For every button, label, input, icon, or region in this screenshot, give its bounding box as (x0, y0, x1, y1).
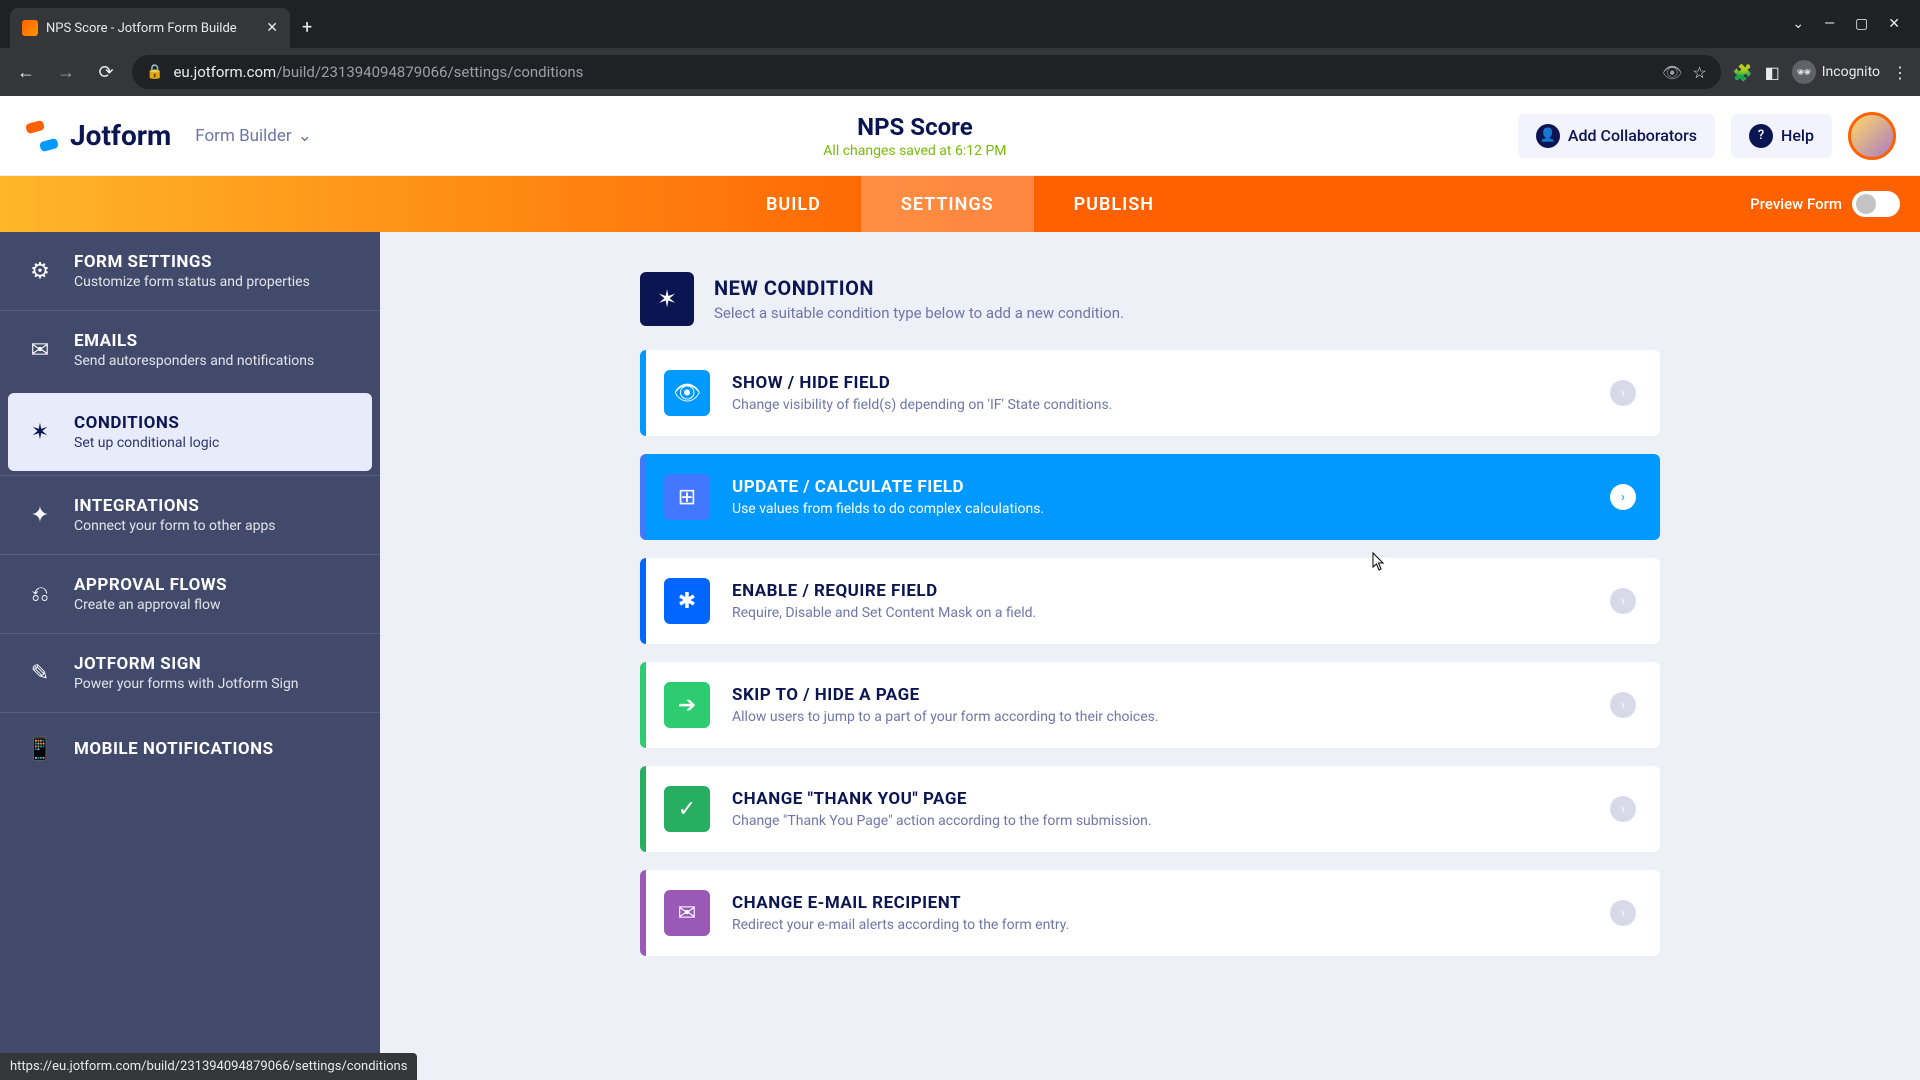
mobile-icon: 📱 (24, 733, 56, 765)
app-root: Jotform Form Builder ⌄ NPS Score All cha… (0, 96, 1920, 1080)
add-collaborators-button[interactable]: 👤 Add Collaborators (1518, 114, 1715, 158)
minimize-button[interactable]: ― (1824, 16, 1835, 32)
tab-build[interactable]: BUILD (726, 176, 861, 232)
sidebar-item-conditions[interactable]: ✶ CONDITIONS Set up conditional logic (8, 393, 372, 471)
side-panel-icon[interactable]: ◧ (1765, 63, 1780, 82)
new-condition-header: ✶ NEW CONDITION Select a suitable condit… (640, 272, 1660, 326)
tab-title: NPS Score - Jotform Form Builde (46, 21, 237, 36)
sidebar-item-mobile-notifications[interactable]: 📱 MOBILE NOTIFICATIONS (0, 712, 380, 785)
asterisk-icon: ✱ (664, 578, 710, 624)
address-bar[interactable]: 🔒 eu.jotform.com/build/231394094879066/s… (132, 55, 1721, 89)
main-layout: ⚙ FORM SETTINGS Customize form status an… (0, 232, 1920, 1080)
help-button[interactable]: ? Help (1731, 114, 1832, 158)
incognito-badge[interactable]: 🕶 Incognito (1792, 60, 1880, 84)
condition-show-hide-field[interactable]: 👁 SHOW / HIDE FIELD Change visibility of… (640, 350, 1660, 436)
condition-change-thank-you-page[interactable]: ✓ CHANGE "THANK YOU" PAGE Change "Thank … (640, 766, 1660, 852)
header-center: NPS Score All changes saved at 6:12 PM (312, 113, 1518, 159)
tab-settings[interactable]: SETTINGS (861, 176, 1034, 232)
flow-icon: ⎌ (24, 578, 56, 610)
condition-skip-hide-page[interactable]: ➔ SKIP TO / HIDE A PAGE Allow users to j… (640, 662, 1660, 748)
extensions-icon[interactable]: 🧩 (1733, 63, 1753, 82)
jotform-logo[interactable]: Jotform (24, 118, 171, 154)
tabs-dropdown-icon[interactable]: ⌄ (1792, 16, 1804, 32)
sidebar-item-integrations[interactable]: ✦ INTEGRATIONS Connect your form to othe… (0, 475, 380, 554)
window-controls: ⌄ ― ▢ ✕ (1792, 16, 1920, 32)
header-actions: 👤 Add Collaborators ? Help (1518, 112, 1896, 160)
form-title[interactable]: NPS Score (312, 113, 1518, 141)
signature-icon: ✎ (24, 657, 56, 689)
condition-change-email-recipient[interactable]: ✉ CHANGE E-MAIL RECIPIENT Redirect your … (640, 870, 1660, 956)
reload-button[interactable]: ⟳ (92, 62, 120, 83)
app-header: Jotform Form Builder ⌄ NPS Score All cha… (0, 96, 1920, 176)
chevron-down-icon: ⌄ (298, 126, 312, 146)
lock-icon: 🔒 (146, 64, 163, 80)
user-icon: 👤 (1536, 124, 1560, 148)
browser-tab[interactable]: NPS Score - Jotform Form Builde ✕ (10, 8, 290, 48)
sidebar-item-approval-flows[interactable]: ⎌ APPROVAL FLOWS Create an approval flow (0, 554, 380, 633)
browser-tab-strip: NPS Score - Jotform Form Builde ✕ + ⌄ ― … (0, 0, 1920, 48)
maximize-button[interactable]: ▢ (1855, 16, 1868, 32)
shuffle-icon: ✶ (640, 272, 694, 326)
chevron-right-icon: › (1610, 796, 1636, 822)
close-window-button[interactable]: ✕ (1888, 16, 1900, 32)
chevron-right-icon: › (1610, 484, 1636, 510)
browser-toolbar: ← → ⟳ 🔒 eu.jotform.com/build/23139409487… (0, 48, 1920, 96)
url-text: eu.jotform.com/build/231394094879066/set… (173, 63, 1652, 81)
new-tab-button[interactable]: + (302, 17, 312, 38)
mail-icon: ✉ (24, 334, 56, 366)
eye-icon: 👁 (664, 370, 710, 416)
condition-update-calculate-field[interactable]: ⊞ UPDATE / CALCULATE FIELD Use values fr… (640, 454, 1660, 540)
mail-icon: ✉ (664, 890, 710, 936)
eye-off-icon[interactable]: 👁 (1662, 63, 1682, 82)
sidebar-item-form-settings[interactable]: ⚙ FORM SETTINGS Customize form status an… (0, 232, 380, 310)
condition-enable-require-field[interactable]: ✱ ENABLE / REQUIRE FIELD Require, Disabl… (640, 558, 1660, 644)
chevron-right-icon: › (1610, 692, 1636, 718)
main-tabs: BUILD SETTINGS PUBLISH Preview Form (0, 176, 1920, 232)
avatar[interactable] (1848, 112, 1896, 160)
check-icon: ✓ (664, 786, 710, 832)
sidebar-item-jotform-sign[interactable]: ✎ JOTFORM SIGN Power your forms with Jot… (0, 633, 380, 712)
logo-mark-icon (24, 118, 60, 154)
save-status: All changes saved at 6:12 PM (312, 143, 1518, 159)
calculator-icon: ⊞ (664, 474, 710, 520)
incognito-icon: 🕶 (1792, 60, 1816, 84)
browser-menu-icon[interactable]: ⋮ (1892, 63, 1908, 82)
chevron-right-icon: › (1610, 588, 1636, 614)
form-builder-dropdown[interactable]: Form Builder ⌄ (195, 126, 312, 146)
puzzle-icon: ✦ (24, 499, 56, 531)
forward-button[interactable]: → (52, 62, 80, 83)
preview-toggle-switch[interactable] (1852, 191, 1900, 217)
settings-sidebar: ⚙ FORM SETTINGS Customize form status an… (0, 232, 380, 1080)
back-button[interactable]: ← (12, 62, 40, 83)
chevron-right-icon: › (1610, 380, 1636, 406)
status-bar: https://eu.jotform.com/build/23139409487… (0, 1053, 417, 1080)
bookmark-icon[interactable]: ☆ (1692, 63, 1706, 82)
close-tab-icon[interactable]: ✕ (266, 20, 278, 36)
content-area: ✶ NEW CONDITION Select a suitable condit… (380, 232, 1920, 1080)
chevron-right-icon: › (1610, 900, 1636, 926)
preview-form-toggle: Preview Form (1750, 191, 1900, 217)
favicon-icon (22, 20, 38, 36)
shuffle-icon: ✶ (24, 416, 56, 448)
arrow-right-icon: ➔ (664, 682, 710, 728)
gear-icon: ⚙ (24, 255, 56, 287)
tab-publish[interactable]: PUBLISH (1034, 176, 1194, 232)
question-icon: ? (1749, 124, 1773, 148)
sidebar-item-emails[interactable]: ✉ EMAILS Send autoresponders and notific… (0, 310, 380, 389)
